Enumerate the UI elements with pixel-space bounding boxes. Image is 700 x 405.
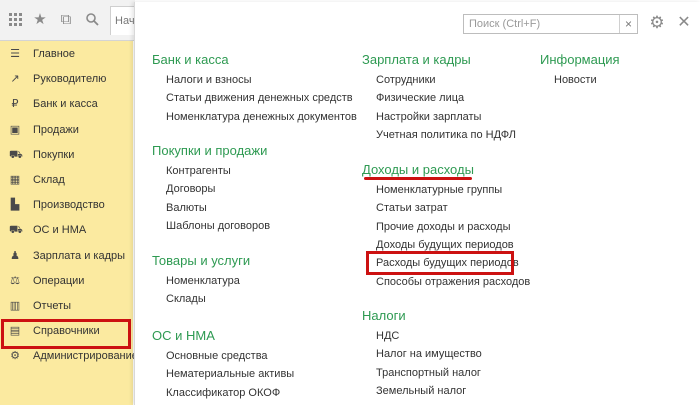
search-box: × — [463, 14, 638, 34]
section-link[interactable]: Учетная политика по НДФЛ — [376, 129, 516, 141]
section-title: Зарплата и кадры — [362, 52, 471, 67]
section-link[interactable]: Сотрудники — [376, 74, 436, 86]
section-link[interactable]: Налоги и взносы — [166, 74, 252, 86]
sidebar-item[interactable]: ☰ Главное — [0, 42, 133, 66]
sidebar-item[interactable]: ▦ Склад — [0, 168, 133, 192]
section-link[interactable]: Нематериальные активы — [166, 368, 294, 380]
section-link[interactable]: Новости — [554, 74, 597, 86]
section-link[interactable]: Настройки зарплаты — [376, 111, 481, 123]
sidebar-item[interactable]: ▥ Отчеты — [0, 294, 133, 318]
sidebar-item[interactable]: ▣ Продажи — [0, 118, 133, 142]
cart-icon: ⛟ — [9, 148, 23, 161]
operations-icon: ⚖ — [10, 274, 20, 287]
clear-search-icon[interactable]: × — [619, 15, 637, 33]
apps-grid-icon[interactable] — [6, 10, 26, 30]
highlight-underline-section — [364, 177, 472, 180]
person-icon: ♟ — [10, 249, 20, 262]
list-icon: ☰ — [10, 48, 20, 60]
bag-icon: ▣ — [9, 123, 21, 136]
star-icon[interactable]: ★ — [30, 10, 50, 30]
section-title: Налоги — [362, 308, 406, 323]
sidebar-item-label: Отчеты — [33, 300, 72, 312]
top-toolbar: ★ ⧉ Нач — [0, 0, 142, 41]
sidebar-item-label: ОС и НМА — [33, 224, 87, 237]
section-link[interactable]: Классификатор ОКОФ — [166, 387, 280, 399]
search-input[interactable] — [464, 15, 619, 33]
sidebar-item-label: Склад — [33, 174, 65, 186]
section-link[interactable]: Шаблоны договоров — [166, 220, 270, 232]
sidebar-item[interactable]: ⛟ ОС и НМА — [0, 218, 133, 242]
gear-icon: ⚙ — [10, 350, 20, 363]
sidebar-item-label: Главное — [33, 48, 76, 60]
section-link[interactable]: Договоры — [166, 183, 215, 195]
close-icon[interactable]: ✕ — [676, 14, 692, 32]
section-title: Банк и касса — [152, 52, 229, 67]
section-title: Покупки и продажи — [152, 143, 268, 158]
section-link[interactable]: Основные средства — [166, 350, 268, 362]
sidebar-item[interactable]: ↗ Руководителю — [0, 67, 133, 91]
sidebar-item[interactable]: ♟ Зарплата и кадры — [0, 244, 133, 268]
highlight-box-link — [366, 251, 514, 275]
sidebar-item-label: Продажи — [33, 123, 79, 136]
section-title: Доходы и расходы — [362, 162, 474, 177]
settings-icon[interactable]: ⚙ — [648, 14, 666, 32]
sidebar-item[interactable]: ⚖ Операции — [0, 269, 133, 293]
sidebar-item-label: Операции — [33, 274, 85, 287]
section-link[interactable]: Прочие доходы и расходы — [376, 221, 511, 233]
factory-icon: ▙ — [10, 199, 20, 212]
section-link[interactable]: Номенклатура денежных документов — [166, 111, 357, 123]
search-icon[interactable] — [82, 10, 102, 30]
truck-icon: ⛟ — [9, 224, 23, 237]
sections-panel: Банк и касса Налоги и взносы Статьи движен… — [134, 2, 700, 405]
sidebar-item-label: Покупки — [33, 148, 75, 161]
section-link[interactable]: НДС — [376, 330, 399, 342]
section-link[interactable]: Склады — [166, 293, 206, 305]
section-link[interactable]: Статьи затрат — [376, 202, 448, 214]
sidebar-item-label: Производство — [33, 199, 105, 212]
section-link[interactable]: Налог на имущество — [376, 348, 482, 360]
sidebar: ☰ Главное ↗ Руководителю ₽ Банк и касса ▣ Прода… — [0, 41, 138, 405]
warehouse-icon: ▦ — [9, 174, 21, 186]
section-link[interactable]: Номенклатура — [166, 275, 240, 287]
trend-icon: ↗ — [10, 73, 20, 86]
ruble-icon: ₽ — [11, 98, 19, 111]
sidebar-item-label: Банк и касса — [33, 98, 98, 111]
highlight-box-sidebar — [1, 319, 131, 349]
section-link[interactable]: Статьи движения денежных средств — [166, 92, 353, 104]
sidebar-item[interactable]: ₽ Банк и касса — [0, 92, 133, 116]
section-link[interactable]: Способы отражения расходов — [376, 276, 530, 288]
section-title: Товары и услуги — [152, 253, 251, 268]
section-title: ОС и НМА — [152, 328, 215, 343]
sidebar-item[interactable]: ▙ Производство — [0, 193, 133, 217]
sidebar-item-label: Руководителю — [33, 73, 107, 86]
section-link[interactable]: Валюты — [166, 202, 207, 214]
section-link[interactable]: Земельный налог — [376, 385, 466, 397]
section-title: Информация — [540, 52, 620, 67]
history-icon[interactable]: ⧉ — [56, 10, 76, 30]
section-link[interactable]: Физические лица — [376, 92, 464, 104]
sidebar-item[interactable]: ⛟ Покупки — [0, 143, 133, 167]
sidebar-item-label: Зарплата и кадры — [33, 249, 126, 262]
section-link[interactable]: Контрагенты — [166, 165, 231, 177]
section-link[interactable]: Номенклатурные группы — [376, 184, 502, 196]
bar-chart-icon: ▥ — [9, 300, 21, 312]
section-link[interactable]: Транспортный налог — [376, 367, 481, 379]
section-link[interactable]: Доходы будущих периодов — [376, 239, 514, 251]
